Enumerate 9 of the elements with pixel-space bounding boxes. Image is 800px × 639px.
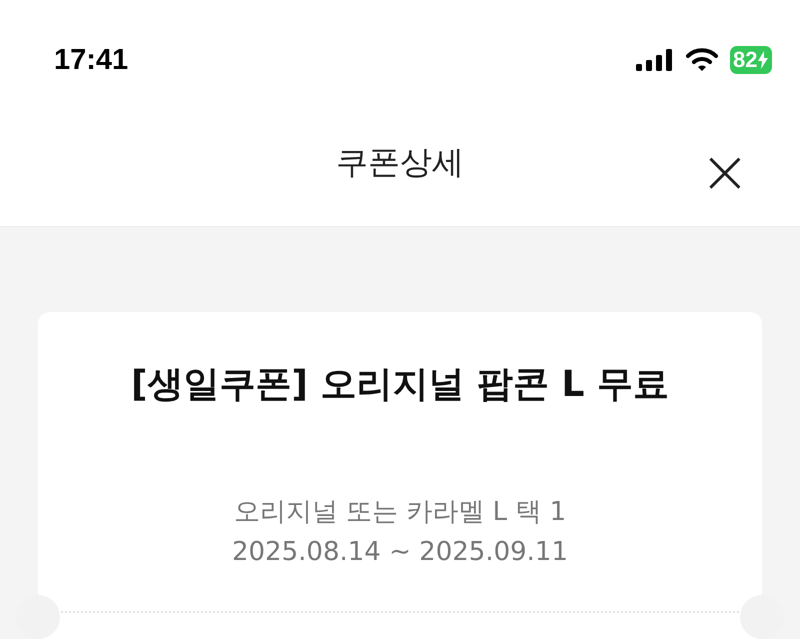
coupon-period: 2025.08.14 ~ 2025.09.11 [232,537,568,567]
coupon-description: 오리지널 또는 카라멜 L 택 1 [234,496,566,529]
battery-icon: 82 [730,46,772,74]
coupon-title: [생일쿠폰] 오리지널 팝콘 L 무료 [131,363,669,407]
status-time: 17:41 [54,44,128,76]
page-title: 쿠폰상세 [336,142,464,183]
signal-icon [636,49,674,71]
wifi-icon [686,48,718,72]
close-button[interactable]: × [694,142,756,202]
